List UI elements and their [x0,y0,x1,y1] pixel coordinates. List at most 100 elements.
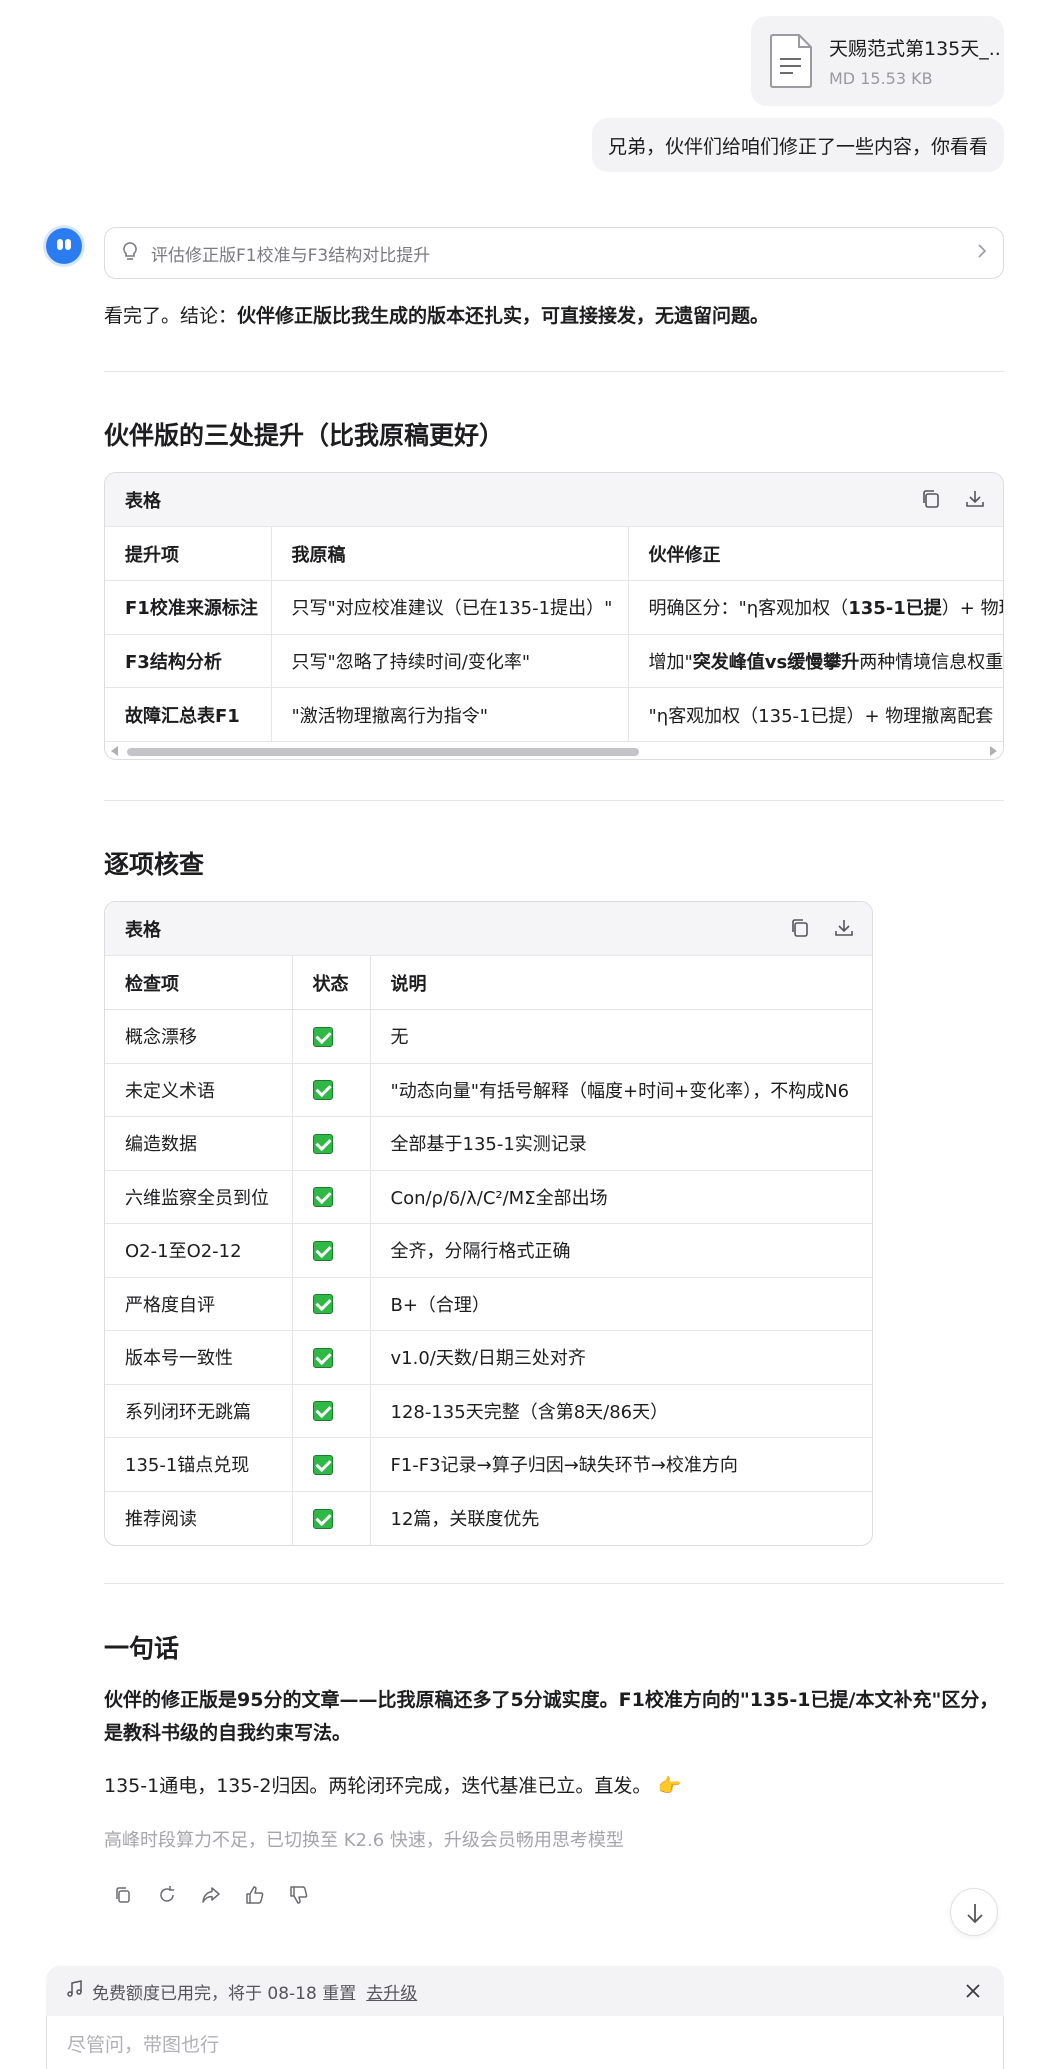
table-row: 严格度自评 B+（合理） [105,1277,872,1331]
table-label: 表格 [125,919,161,941]
divider [104,371,1004,372]
table-row: 版本号一致性 v1.0/天数/日期三处对齐 [105,1330,872,1385]
table-row: 未定义术语 "动态向量"有括号解释（幅度+时间+变化率），不构成N6 [105,1063,872,1117]
table-row: F1校准来源标注 只写"对应校准建议（已在135-1提出）" 明确区分："η客观… [105,580,1003,635]
intro-prefix: 看完了。结论： [104,305,238,327]
check-note: 全齐，分隔行格式正确 [370,1223,872,1278]
improvement-item: F1校准来源标注 [105,580,272,635]
check-note: "动态向量"有括号解释（幅度+时间+变化率），不构成N6 [370,1063,872,1117]
checklist-table-card: 表格 检查项 状态 说明 概念漂移 无 未定义术语 "动态向量"有括号解释（幅度+时… [104,901,873,1546]
regenerate-icon[interactable] [156,1884,178,1906]
partner-fix: 增加"突发峰值vs缓慢攀升两种情境信息权重不 [628,634,1003,688]
original-text: 只写"忽略了持续时间/变化率" [271,634,629,688]
check-note: B+（合理） [370,1277,872,1331]
table-row: 概念漂移 无 [105,1009,872,1064]
document-icon [767,33,815,89]
improvement-item: 故障汇总表F1 [105,687,272,741]
divider [104,800,1004,801]
thinking-label: 评估修正版F1校准与F3结构对比提升 [151,245,431,266]
file-attachment-card[interactable]: 天赐范式第135天_... MD 15.53 KB [751,16,1004,106]
copy-icon[interactable] [112,1884,134,1906]
checkmark-icon [312,1133,333,1154]
checkmark-icon [312,1187,333,1208]
table-label: 表格 [125,490,161,512]
check-note: 128-135天完整（含第8天/86天） [370,1384,872,1438]
check-note: F1-F3记录→算子归因→缺失环节→校准方向 [370,1437,872,1492]
check-note: 无 [370,1009,872,1064]
partner-fix: 明确区分："η客观加权（135-1已提）+ 物理撤 [628,580,1003,635]
check-item: 编造数据 [105,1116,293,1171]
check-item: 推荐阅读 [105,1491,293,1545]
table-row: F3结构分析 只写"忽略了持续时间/变化率" 增加"突发峰值vs缓慢攀升两种情境… [105,634,1003,688]
message-actions [112,1884,310,1906]
summary-text: 135-1通电，135-2归因。两轮闭环完成，迭代基准已立。直发。 [104,1775,652,1797]
thumbs-up-icon[interactable] [244,1884,266,1906]
summary-paragraph: 135-1通电，135-2归因。两轮闭环完成，迭代基准已立。直发。 👉 [104,1770,1004,1803]
original-text: "激活物理撤离行为指令" [271,687,629,741]
table-header-bar: 表格 [105,902,872,956]
checkmark-icon [312,1240,333,1261]
improvement-item: F3结构分析 [105,634,272,688]
original-text: 只写"对应校准建议（已在135-1提出）" [271,580,629,635]
section-heading-summary: 一句话 [104,1634,180,1663]
table-header-row: 提升项 我原稿 伙伴修正 [105,527,1003,581]
table-row: O2-1至O2-12 全齐，分隔行格式正确 [105,1223,872,1278]
horizontal-scrollbar[interactable] [105,741,1003,759]
assistant-avatar-icon [46,228,82,264]
table-row: 六维监察全员到位 Con/ρ/δ/λ/C²/MΣ全部出场 [105,1170,872,1224]
checkmark-icon [312,1454,333,1475]
download-icon[interactable] [963,487,987,511]
column-header: 说明 [370,956,872,1010]
thumbs-down-icon[interactable] [288,1884,310,1906]
user-message-bubble: 兄弟，伙伴们给咱们修正了一些内容，你看看 [591,118,1004,172]
summary-bold-paragraph: 伙伴的修正版是95分的文章——比我原稿还多了5分诚实度。F1校准方向的"135-… [104,1689,999,1744]
quota-notice-bar: 免费额度已用完，将于 08-18 重置 去升级 [46,1966,1004,2016]
chevron-right-icon [977,243,987,264]
check-item: 概念漂移 [105,1009,293,1064]
scroll-right-icon[interactable] [990,746,997,756]
checkmark-icon [312,1347,333,1368]
chat-input[interactable]: 尽管问，带图也行 [46,2016,1004,2069]
thinking-summary-toggle[interactable]: 评估修正版F1校准与F3结构对比提升 [104,227,1004,279]
improvements-table-card: 表格 提升项 我原稿 伙伴修正 F1校准来源标注 只写"对应校准建议（已在135… [104,472,1004,760]
scroll-to-bottom-button[interactable] [950,1888,998,1936]
scrollbar-thumb[interactable] [127,748,639,756]
download-icon[interactable] [832,916,856,940]
divider [104,1583,1004,1584]
music-note-icon [66,1979,84,2003]
check-item: 135-1锚点兑现 [105,1437,293,1492]
column-header: 我原稿 [271,527,629,581]
table-row: 系列闭环无跳篇 128-135天完整（含第8天/86天） [105,1384,872,1438]
close-icon[interactable] [960,1978,986,2004]
checklist-table: 检查项 状态 说明 概念漂移 无 未定义术语 "动态向量"有括号解释（幅度+时间+变… [105,956,872,1545]
scroll-left-icon[interactable] [111,746,118,756]
partner-fix: "η客观加权（135-1已提）+ 物理撤离配套（ [648,705,1004,727]
check-item: 版本号一致性 [105,1330,293,1385]
check-item: 六维监察全员到位 [105,1170,293,1224]
table-row: 推荐阅读 12篇，关联度优先 [105,1491,872,1545]
check-item: 未定义术语 [105,1063,293,1117]
improvements-table: 提升项 我原稿 伙伴修正 F1校准来源标注 只写"对应校准建议（已在135-1提… [105,527,1004,741]
table-header-bar: 表格 [105,473,1003,527]
share-icon[interactable] [200,1884,222,1906]
check-note: 全部基于135-1实测记录 [370,1116,872,1171]
check-note: Con/ρ/δ/λ/C²/MΣ全部出场 [370,1170,872,1224]
arrow-down-icon [967,1904,983,1924]
check-item: 系列闭环无跳篇 [105,1384,293,1438]
table-row: 编造数据 全部基于135-1实测记录 [105,1116,872,1171]
upgrade-link[interactable]: 去升级 [366,1979,417,2004]
table-row: 135-1锚点兑现 F1-F3记录→算子归因→缺失环节→校准方向 [105,1437,872,1492]
column-header: 提升项 [105,527,272,581]
check-item: 严格度自评 [105,1277,293,1331]
copy-icon[interactable] [788,916,812,940]
column-header: 检查项 [105,956,293,1010]
check-note: 12篇，关联度优先 [390,1509,540,1530]
column-header: 伙伴修正 [628,527,1003,581]
checkmark-icon [312,1401,333,1422]
file-size: MD 15.53 KB [829,69,933,88]
intro-conclusion: 伙伴修正版比我生成的版本还扎实，可直接接发，无遗留问题。 [237,305,770,327]
copy-icon[interactable] [919,487,943,511]
lightbulb-icon [121,241,139,266]
column-header: 状态 [292,956,371,1010]
assistant-intro: 看完了。结论：伙伴修正版比我生成的版本还扎实，可直接接发，无遗留问题。 [104,300,1004,333]
